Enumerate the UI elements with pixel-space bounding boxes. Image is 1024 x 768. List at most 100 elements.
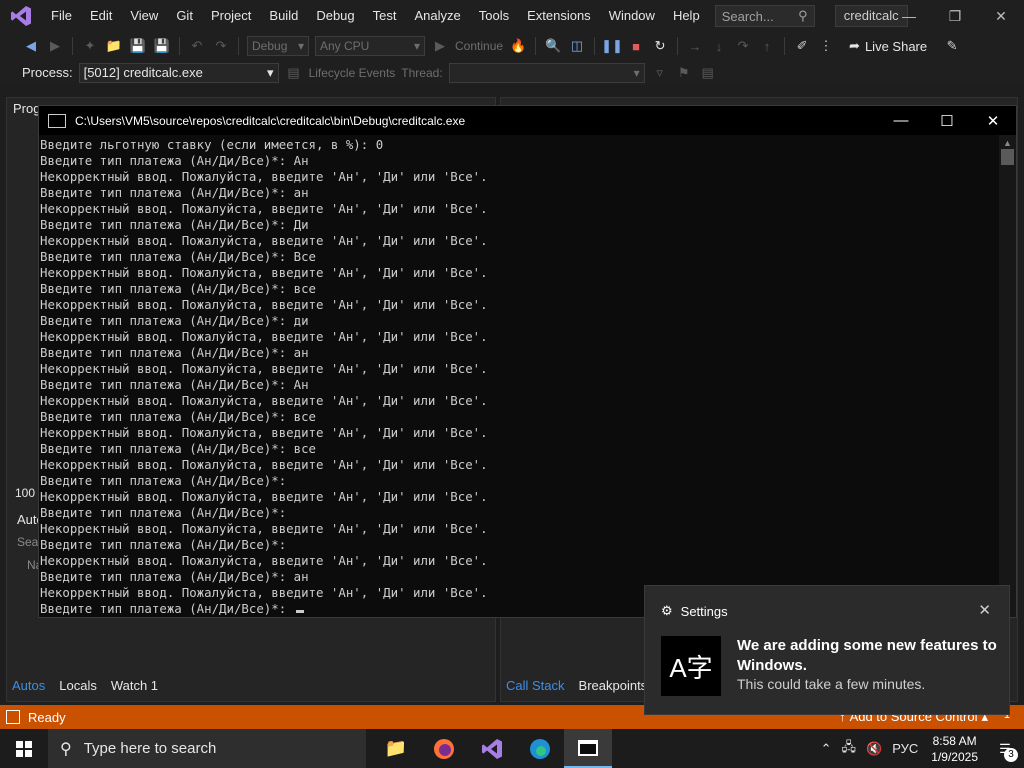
edge-icon[interactable] xyxy=(516,729,564,768)
menu-item-project[interactable]: Project xyxy=(202,0,260,32)
console-line: Введите тип платежа (Ан/Ди/Все)*: ан xyxy=(40,185,999,201)
clock[interactable]: 8:58 AM 1/9/2025 xyxy=(923,733,986,765)
console-line: Введите тип платежа (Ан/Ди/Все)*: Все xyxy=(40,249,999,265)
live-share-button[interactable]: ➦ Live Share xyxy=(849,38,927,54)
thread-dropdown[interactable]: ▾ xyxy=(448,62,645,83)
minimize-icon[interactable]: — xyxy=(886,0,932,32)
continue-play-icon[interactable]: ▶ xyxy=(431,37,449,55)
menu-item-analyze[interactable]: Analyze xyxy=(405,0,469,32)
forward-icon[interactable]: ▶ xyxy=(46,37,64,55)
process-dropdown[interactable]: [5012] creditcalc.exe ▾ xyxy=(78,62,279,83)
console-titlebar[interactable]: C:\Users\VM5\source\repos\creditcalc\cre… xyxy=(39,106,1016,135)
toast-body: This could take a few minutes. xyxy=(737,676,926,692)
console-line: Введите тип платежа (Ан/Ди/Все)*: ан xyxy=(40,345,999,361)
config-dropdown[interactable]: Debug ▾ xyxy=(247,36,309,56)
toast-app-name: Settings xyxy=(680,603,728,619)
save-icon[interactable]: 💾 xyxy=(129,37,147,55)
toolbar-separator xyxy=(179,37,180,55)
close-icon[interactable]: ✕ xyxy=(978,0,1024,32)
platform-dropdown[interactable]: Any CPU ▾ xyxy=(315,36,425,56)
step-into-icon[interactable]: ↓ xyxy=(710,37,728,55)
menu-item-window[interactable]: Window xyxy=(600,0,664,32)
console-scrollbar[interactable]: ▲ ▼ xyxy=(999,135,1016,617)
console-line-text: Некорректный ввод. Пожалуйста, введите '… xyxy=(40,489,488,504)
notification-center-button[interactable]: ☰ 3 xyxy=(986,729,1024,768)
console-window: C:\Users\VM5\source\repos\creditcalc\cre… xyxy=(38,105,1017,618)
find-in-files-icon[interactable]: 🔍 xyxy=(544,37,562,55)
console-line-text: Некорректный ввод. Пожалуйста, введите '… xyxy=(40,265,488,280)
visual-studio-logo-icon[interactable] xyxy=(0,0,42,32)
scroll-up-icon[interactable]: ▲ xyxy=(1003,138,1012,148)
menu-item-edit[interactable]: Edit xyxy=(81,0,121,32)
new-item-icon[interactable]: ✦ xyxy=(81,37,99,55)
menu-item-help[interactable]: Help xyxy=(664,0,709,32)
breakpoint-tools-icon[interactable]: ✐ xyxy=(793,37,811,55)
redo-icon[interactable]: ↷ xyxy=(212,37,230,55)
console-line: Некорректный ввод. Пожалуйста, введите '… xyxy=(40,201,999,217)
chevron-up-icon[interactable]: ⌃ xyxy=(816,741,837,757)
tab-call-stack[interactable]: Call Stack xyxy=(506,678,565,698)
start-button[interactable] xyxy=(0,729,48,768)
undo-icon[interactable]: ↶ xyxy=(188,37,206,55)
console-output[interactable]: Введите льготную ставку (если имеется, в… xyxy=(39,135,999,617)
continue-button[interactable]: Continue xyxy=(455,39,503,53)
show-next-statement-icon[interactable]: → xyxy=(686,37,704,55)
input-language[interactable]: РУС xyxy=(887,741,923,756)
console-line: Введите тип платежа (Ан/Ди/Все)*: Ди xyxy=(40,217,999,233)
visual-studio-icon[interactable] xyxy=(468,729,516,768)
maximize-icon[interactable]: ☐ xyxy=(924,106,970,135)
search-box[interactable]: Search... ⚲ xyxy=(714,5,815,27)
console-line-text: Введите тип платежа (Ан/Ди/Все)*: ан xyxy=(40,569,309,584)
taskbar-search-placeholder: Type here to search xyxy=(83,740,217,757)
step-out-icon[interactable]: ↑ xyxy=(758,37,776,55)
tab-watch-1[interactable]: Watch 1 xyxy=(111,678,158,698)
menu-item-file[interactable]: File xyxy=(42,0,81,32)
feedback-icon[interactable]: ✎ xyxy=(943,37,961,55)
stack-frame-icon[interactable]: ▤ xyxy=(699,64,717,82)
lifecycle-events-icon[interactable]: ▤ xyxy=(285,64,303,82)
file-explorer-icon[interactable]: 📁 xyxy=(372,729,420,768)
tab-breakpoints[interactable]: Breakpoints xyxy=(579,678,648,698)
volume-muted-icon[interactable]: 🔇 xyxy=(861,741,887,757)
scrollbar-thumb[interactable] xyxy=(1001,149,1014,165)
toast-notification[interactable]: ⚙ Settings ✕ A字 We are adding some new f… xyxy=(644,585,1010,715)
live-share-label: Live Share xyxy=(864,38,928,54)
console-app-icon[interactable] xyxy=(564,729,612,768)
tab-autos[interactable]: Autos xyxy=(12,678,45,698)
gear-icon: ⚙ xyxy=(661,603,673,618)
restore-icon[interactable]: ❐ xyxy=(932,0,978,32)
close-icon[interactable]: ✕ xyxy=(970,106,1016,135)
live-share-icon: ➦ xyxy=(849,38,860,53)
open-folder-icon[interactable]: 📁 xyxy=(105,37,123,55)
console-line: Некорректный ввод. Пожалуйста, введите '… xyxy=(40,361,999,377)
menu-item-git[interactable]: Git xyxy=(167,0,202,32)
pause-icon[interactable]: ❚❚ xyxy=(601,37,623,55)
flag-icon[interactable]: ⚑ xyxy=(675,64,693,82)
menu-item-build[interactable]: Build xyxy=(260,0,307,32)
hot-reload-icon[interactable]: 🔥 xyxy=(509,37,527,55)
firefox-icon[interactable] xyxy=(420,729,468,768)
save-all-icon[interactable]: 💾 xyxy=(153,37,171,55)
toolbar-separator xyxy=(72,37,73,55)
clock-time: 8:58 AM xyxy=(932,733,977,748)
more-options-icon[interactable]: ⋮ xyxy=(817,37,835,55)
menu-item-extensions[interactable]: Extensions xyxy=(518,0,600,32)
menu-item-view[interactable]: View xyxy=(121,0,167,32)
console-line: Некорректный ввод. Пожалуйста, введите '… xyxy=(40,521,999,537)
filter-icon[interactable]: ▿ xyxy=(651,64,669,82)
back-icon[interactable]: ◀ xyxy=(22,37,40,55)
lifecycle-events-button[interactable]: Lifecycle Events xyxy=(309,66,396,80)
step-over-icon[interactable]: ↷ xyxy=(734,37,752,55)
close-icon[interactable]: ✕ xyxy=(978,601,991,619)
console-line-text: Некорректный ввод. Пожалуйста, введите '… xyxy=(40,425,488,440)
menu-item-debug[interactable]: Debug xyxy=(307,0,363,32)
stop-icon[interactable]: ■ xyxy=(627,37,645,55)
diagnostics-icon[interactable]: ◫ xyxy=(568,37,586,55)
menu-item-tools[interactable]: Tools xyxy=(470,0,518,32)
minimize-icon[interactable]: — xyxy=(878,106,924,135)
taskbar-search[interactable]: ⚲ Type here to search xyxy=(48,729,366,768)
tab-locals[interactable]: Locals xyxy=(59,678,97,698)
menu-item-test[interactable]: Test xyxy=(364,0,406,32)
restart-icon[interactable]: ↻ xyxy=(651,37,669,55)
network-icon[interactable]: 🖧 xyxy=(837,738,862,760)
